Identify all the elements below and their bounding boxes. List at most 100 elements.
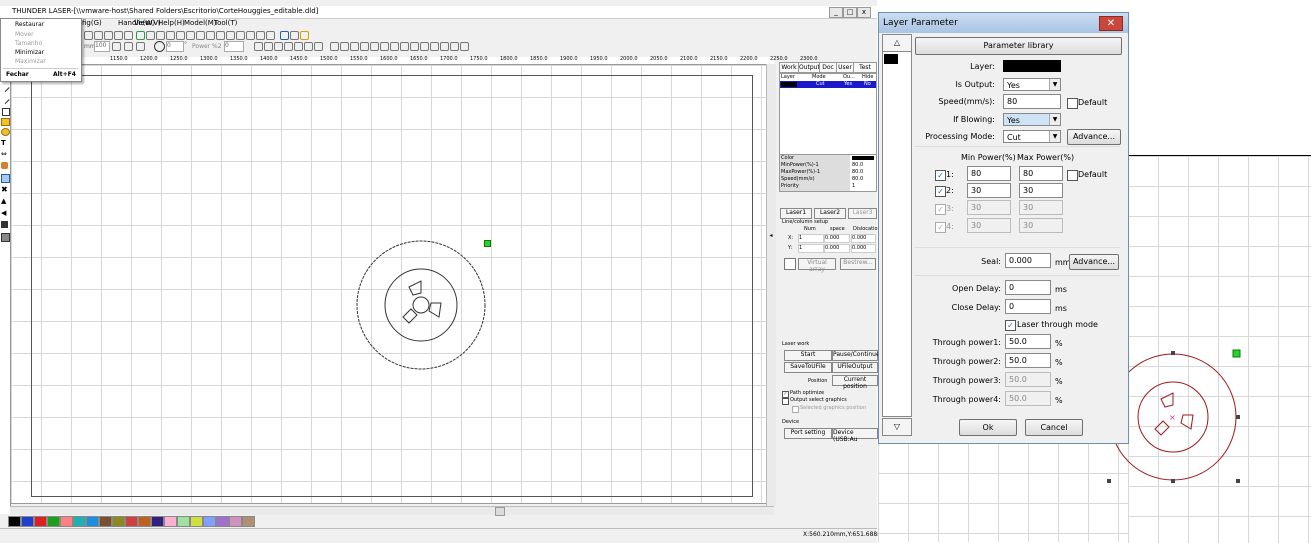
- work-canvas[interactable]: [10, 64, 776, 504]
- speed-default-checkbox[interactable]: [1067, 98, 1078, 109]
- power2-min-input[interactable]: 30: [967, 183, 1011, 198]
- advance-seal-button[interactable]: Advance...: [1069, 254, 1119, 270]
- palette-swatch[interactable]: [86, 516, 99, 527]
- delete-tool-icon[interactable]: ✖: [1, 185, 8, 194]
- palette-swatch[interactable]: [47, 516, 60, 527]
- align-left-icon[interactable]: [254, 42, 263, 51]
- tab-test[interactable]: Test: [853, 62, 877, 73]
- sysmenu-close[interactable]: Fechar: [6, 71, 29, 78]
- power3-min-input[interactable]: 30: [967, 200, 1011, 215]
- join-icon[interactable]: [206, 31, 215, 40]
- rect-tool-icon[interactable]: [1, 118, 10, 126]
- close-window-button[interactable]: x: [857, 7, 871, 18]
- bestrew-button[interactable]: Bestrew...: [840, 258, 876, 270]
- palette-swatch[interactable]: [112, 516, 125, 527]
- sysmenu-restore[interactable]: Restaurar: [15, 21, 44, 28]
- palette-swatch[interactable]: [203, 516, 216, 527]
- power-input[interactable]: 0: [224, 41, 244, 52]
- power1-min-input[interactable]: 80: [967, 166, 1011, 181]
- align-bottom-icon[interactable]: [284, 42, 293, 51]
- array-x-space[interactable]: 0.000: [824, 234, 850, 243]
- power4-checkbox[interactable]: ✓: [935, 222, 946, 233]
- power1-checkbox[interactable]: ✓: [935, 170, 946, 181]
- apply-size-icon[interactable]: [136, 42, 145, 51]
- menu-config[interactable]: fig(G): [82, 19, 102, 27]
- page-bottom-right-icon[interactable]: [460, 42, 469, 51]
- zoom-out-icon[interactable]: [94, 31, 103, 40]
- close-path-icon[interactable]: [176, 31, 185, 40]
- zoom-select-icon[interactable]: [124, 31, 133, 40]
- horizontal-scrollbar[interactable]: [10, 506, 774, 516]
- secondary-canvas-lower[interactable]: [878, 443, 1128, 542]
- layer-down-button[interactable]: ▽: [882, 418, 912, 436]
- power4-max-input[interactable]: 30: [1019, 218, 1063, 233]
- rotate-icon[interactable]: [154, 41, 165, 52]
- align-right-icon[interactable]: [264, 42, 273, 51]
- ufile-output-button[interactable]: UFileOutput: [832, 362, 878, 373]
- tool-a-icon[interactable]: [290, 31, 299, 40]
- tool-b-icon[interactable]: [300, 31, 309, 40]
- close-delay-input[interactable]: 0: [1005, 299, 1051, 314]
- through-power4-input[interactable]: 50.0: [1005, 391, 1051, 406]
- through-power3-input[interactable]: 50.0: [1005, 372, 1051, 387]
- position-select[interactable]: Current position: [832, 375, 878, 390]
- same-height-icon[interactable]: [360, 42, 369, 51]
- array-y-space[interactable]: 0.000: [824, 244, 850, 253]
- array-x-disloc[interactable]: 0.000: [851, 234, 876, 243]
- virtual-array-button[interactable]: Virtual array: [798, 258, 836, 273]
- palette-swatch[interactable]: [177, 516, 190, 527]
- cut-icon[interactable]: [216, 31, 225, 40]
- palette-swatch[interactable]: [242, 516, 255, 527]
- power-default-checkbox[interactable]: [1067, 170, 1078, 181]
- tab-work[interactable]: Work: [779, 62, 799, 73]
- array-icon[interactable]: [186, 31, 195, 40]
- vscroll-arrow-icon[interactable]: ◂: [767, 232, 775, 240]
- palette-swatch[interactable]: [125, 516, 138, 527]
- array-y-num[interactable]: 1: [798, 244, 824, 253]
- output-select-checkbox[interactable]: [782, 398, 789, 405]
- is-output-select[interactable]: Yes ▼: [1003, 78, 1061, 91]
- layer-icon[interactable]: [136, 31, 145, 40]
- warning-icon[interactable]: ▲: [1, 197, 6, 205]
- scan-icon[interactable]: [256, 31, 265, 40]
- fill-icon[interactable]: [1, 221, 8, 228]
- palette-swatch[interactable]: [151, 516, 164, 527]
- zoom-in-icon[interactable]: [84, 31, 93, 40]
- page-center-icon[interactable]: [440, 42, 449, 51]
- zoom-page-icon[interactable]: [114, 31, 123, 40]
- laser-icon[interactable]: ◀: [1, 209, 6, 217]
- device-select[interactable]: Device (USB:Au: [832, 428, 878, 443]
- menu-tool[interactable]: Tool(T): [214, 19, 237, 27]
- parameter-library-button[interactable]: Parameter library: [915, 37, 1122, 55]
- tab-laser1[interactable]: Laser1: [780, 208, 812, 219]
- processing-mode-select[interactable]: Cut ▼: [1003, 130, 1061, 143]
- palette-swatch[interactable]: [229, 516, 242, 527]
- select-rect-icon[interactable]: [1, 174, 10, 183]
- speed-input[interactable]: 80: [1003, 94, 1061, 109]
- palette-swatch[interactable]: [34, 516, 47, 527]
- layer-row[interactable]: Cut Yes No: [780, 81, 876, 88]
- menu-help[interactable]: Help(H): [158, 19, 185, 27]
- bitmap-icon[interactable]: [236, 31, 245, 40]
- palette-swatch[interactable]: [190, 516, 203, 527]
- minimize-button[interactable]: _: [829, 7, 843, 18]
- align-hcenter-icon[interactable]: [314, 42, 323, 51]
- preview-icon[interactable]: [266, 31, 275, 40]
- through-power2-input[interactable]: 50.0: [1005, 353, 1051, 368]
- tab-laser2[interactable]: Laser2: [814, 208, 846, 219]
- pause-continue-button[interactable]: Pause/Continue: [832, 350, 880, 361]
- laser-through-checkbox[interactable]: ✓: [1005, 320, 1016, 331]
- cancel-button[interactable]: Cancel: [1025, 419, 1083, 436]
- tab-doc[interactable]: Doc: [819, 62, 837, 73]
- advance-mode-button[interactable]: Advance...: [1067, 129, 1121, 145]
- line-tool-icon[interactable]: [0, 82, 10, 93]
- maximize-button[interactable]: □: [843, 7, 857, 18]
- cut-graphic[interactable]: [351, 235, 491, 375]
- dialog-close-button[interactable]: ✕: [1099, 16, 1123, 31]
- align-vcenter-icon[interactable]: [304, 42, 313, 51]
- page-top-left-icon[interactable]: [420, 42, 429, 51]
- ungroup-icon[interactable]: [410, 42, 419, 51]
- ok-button[interactable]: Ok: [959, 419, 1017, 436]
- palette-swatch[interactable]: [21, 516, 34, 527]
- lock-icon[interactable]: [124, 42, 133, 51]
